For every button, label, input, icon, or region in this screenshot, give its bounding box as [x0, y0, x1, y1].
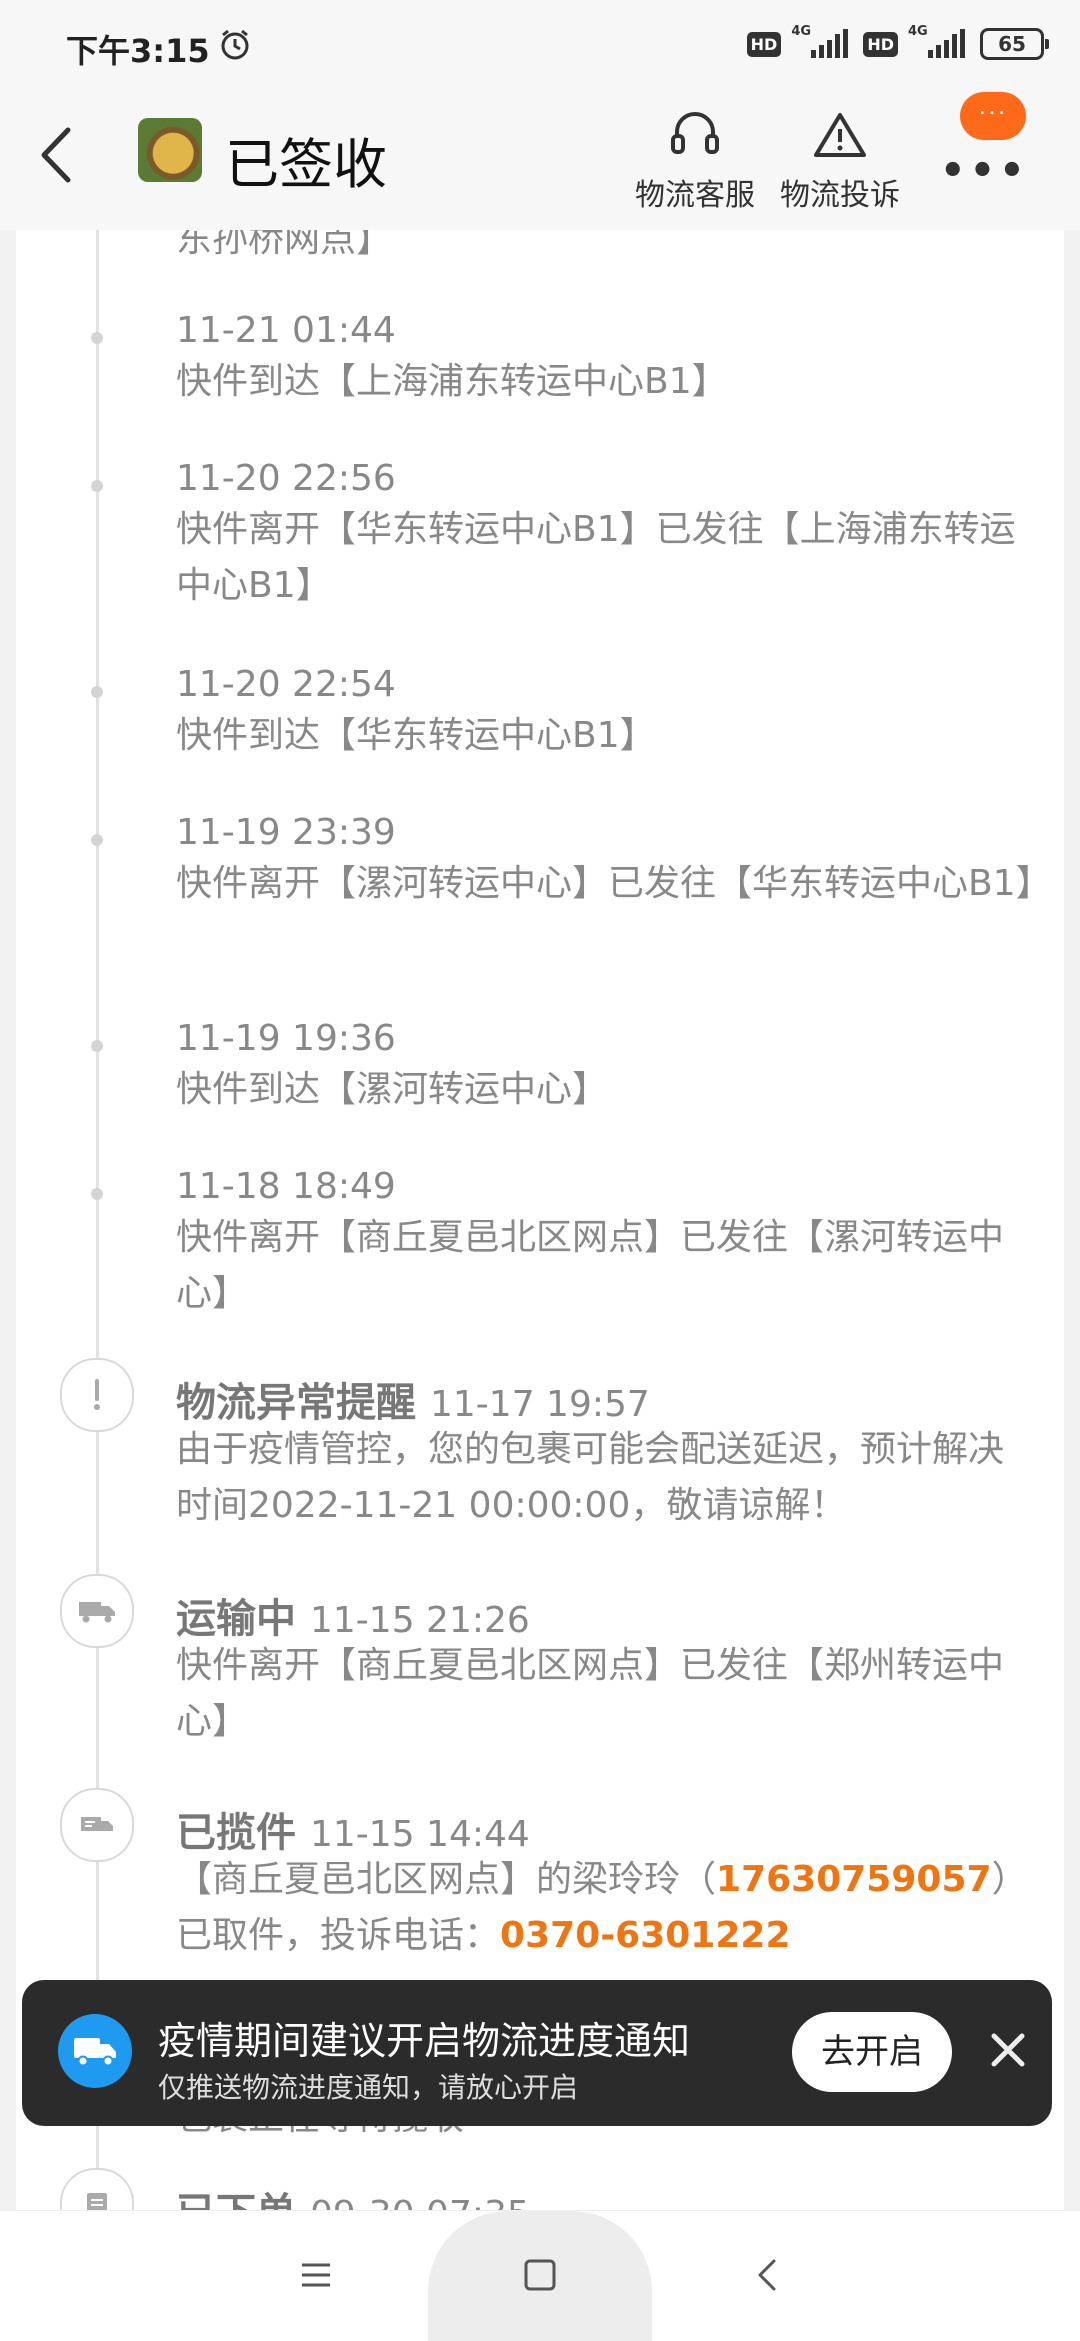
timeline-dot	[91, 1040, 103, 1052]
message-badge: ···	[960, 92, 1026, 140]
order-icon	[60, 2168, 134, 2210]
timeline-dot	[91, 834, 103, 846]
enable-notification-button[interactable]: 去开启	[792, 2012, 952, 2092]
transit-time: 11-15 21:26	[310, 1600, 530, 1641]
close-icon[interactable]	[986, 2028, 1030, 2072]
parcel-truck-icon	[60, 1788, 134, 1862]
menu-icon[interactable]	[296, 2255, 336, 2295]
warning-icon	[814, 113, 866, 157]
signal-icon-2: 4G	[908, 24, 970, 60]
system-nav-bar	[0, 2210, 1080, 2341]
exception-text: 由于疫情管控，您的包裹可能会配送延迟，预计解决时间2022-11-21 00:0…	[176, 1429, 1005, 1526]
ordered-time: 09-30 07:35	[310, 2194, 530, 2210]
banner-title: 疫情期间建议开启物流进度通知	[158, 2019, 691, 2063]
exception-status: 物流异常提醒	[176, 1380, 416, 1426]
event-text: 快件到达【上海浦东转运中心B1】	[176, 361, 728, 402]
timeline-line	[96, 230, 99, 2210]
more-menu-button[interactable]: ··· •••	[940, 92, 1052, 194]
event-time: 11-21 01:44	[176, 310, 396, 351]
status-time: 下午3:15	[66, 32, 210, 70]
transit-status: 运输中	[176, 1596, 296, 1642]
back-nav-icon[interactable]	[748, 2255, 788, 2295]
headset-icon	[671, 112, 719, 154]
pickup-status: 已揽件	[176, 1810, 296, 1856]
event-text: 快件离开【华东转运中心B1】已发往【上海浦东转运中心B1】	[176, 509, 1016, 606]
timeline-partial-text: 东孙桥网点】	[176, 230, 393, 260]
event-time: 11-18 18:49	[176, 1166, 396, 1207]
event-time: 11-19 23:39	[176, 812, 396, 853]
home-icon[interactable]	[520, 2255, 560, 2295]
event-text: 快件离开【商丘夏邑北区网点】已发往【漯河转运中心】	[176, 1217, 1005, 1314]
transit-text: 快件离开【商丘夏邑北区网点】已发往【郑州转运中心】	[176, 1645, 1005, 1742]
logistics-service-button[interactable]: 物流客服	[630, 110, 760, 214]
event-text: 快件到达【漯河转运中心】	[176, 1069, 609, 1110]
event-time: 11-20 22:56	[176, 458, 396, 499]
truck-icon	[60, 1574, 134, 1648]
event-text: 快件到达【华东转运中心B1】	[176, 715, 656, 756]
header: 已签收 物流客服 物流投诉 ··· •••	[0, 80, 1080, 230]
pickup-text: 【商丘夏邑北区网点】的梁玲玲（17630759057） 已取件，投诉电话：037…	[176, 1859, 1028, 1956]
timeline-dot	[91, 332, 103, 344]
signal-icon: 4G	[791, 24, 853, 60]
hd-badge-2: HD	[863, 31, 898, 57]
event-time: 11-19 19:36	[176, 1018, 396, 1059]
exclamation-icon	[60, 1358, 134, 1432]
courier-phone-link[interactable]: 17630759057	[716, 1859, 992, 1900]
notification-banner: 疫情期间建议开启物流进度通知 仅推送物流进度通知，请放心开启 去开启	[22, 1980, 1052, 2126]
status-bar: 下午3:15 HD 4G HD 4G 65	[0, 0, 1080, 80]
logistics-service-label: 物流客服	[635, 178, 755, 213]
alarm-icon	[221, 29, 249, 60]
banner-subtitle: 仅推送物流进度通知，请放心开启	[158, 2071, 579, 2104]
delivery-truck-icon	[58, 2014, 132, 2088]
timeline-dot	[91, 686, 103, 698]
back-icon[interactable]	[36, 120, 76, 190]
event-time: 11-20 22:54	[176, 664, 396, 705]
logistics-complaint-label: 物流投诉	[780, 178, 900, 213]
page-title: 已签收	[225, 133, 387, 196]
product-thumbnail[interactable]	[138, 118, 202, 182]
complaint-phone-link[interactable]: 0370-6301222	[500, 1915, 790, 1956]
exception-time: 11-17 19:57	[430, 1384, 650, 1425]
hd-badge: HD	[746, 31, 782, 57]
logistics-complaint-button[interactable]: 物流投诉	[775, 110, 905, 214]
logistics-timeline: 东孙桥网点】 11-21 01:44 快件到达【上海浦东转运中心B1】 11-2…	[16, 230, 1064, 2210]
battery-icon: 65	[980, 28, 1049, 60]
ordered-status: 已下单	[176, 2190, 296, 2210]
event-text: 快件离开【漯河转运中心】已发往【华东转运中心B1】	[176, 863, 1052, 904]
pickup-time: 11-15 14:44	[310, 1814, 530, 1855]
more-dots-icon: •••	[940, 148, 1029, 194]
timeline-dot	[91, 1188, 103, 1200]
timeline-dot	[91, 480, 103, 492]
